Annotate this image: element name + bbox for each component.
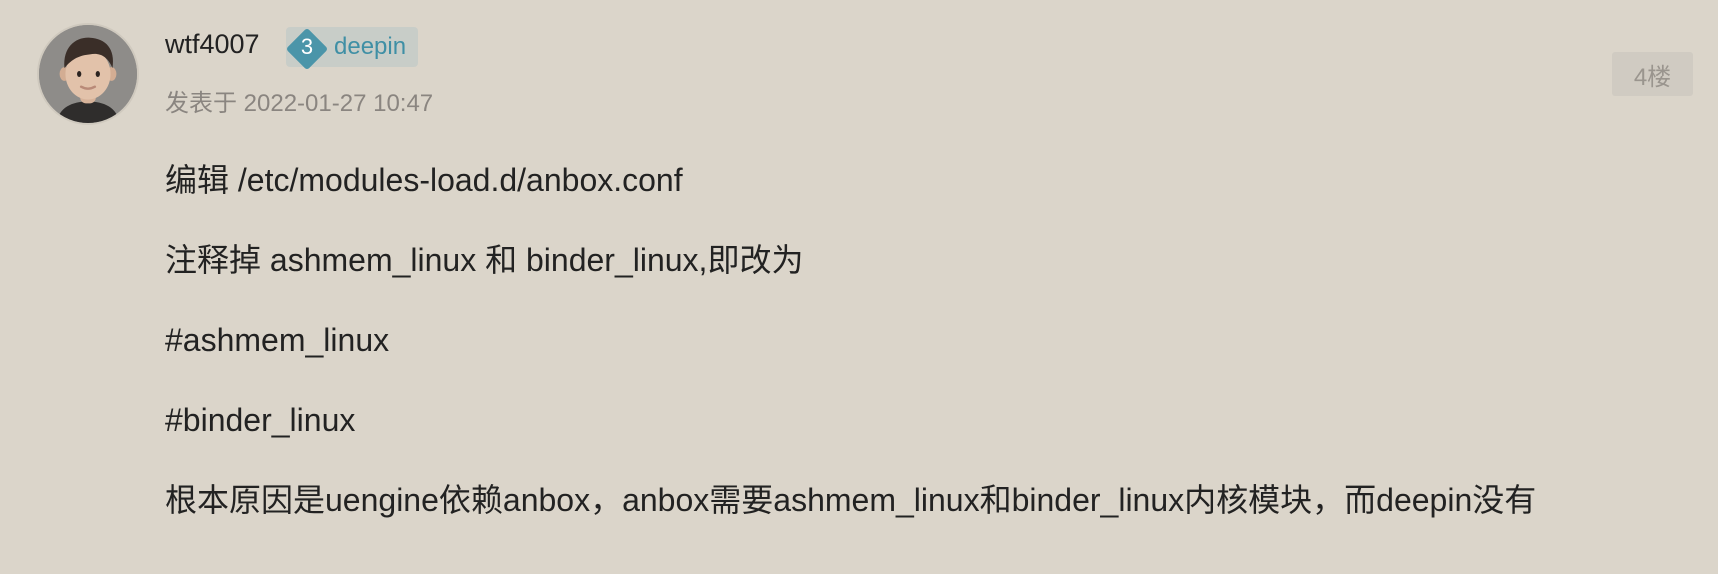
level-name: deepin (334, 33, 407, 60)
floor-number-badge[interactable]: 4楼 (1612, 52, 1693, 96)
level-number: 3 (300, 34, 314, 59)
post-paragraph: 根本原因是uengine依赖anbox，anbox需要ashmem_linux和… (165, 482, 1537, 518)
post-paragraph: #ashmem_linux (165, 322, 390, 358)
author-username[interactable]: wtf4007 (165, 26, 260, 62)
user-avatar-icon (39, 25, 137, 123)
post-timestamp: 发表于 2022-01-27 10:47 (165, 90, 434, 117)
level-diamond-icon: 3 (284, 26, 329, 71)
avatar[interactable] (37, 23, 139, 125)
post-paragraph: 编辑 /etc/modules-load.d/anbox.conf (165, 162, 683, 198)
post-paragraph: #binder_linux (165, 402, 356, 438)
level-badge[interactable]: 3 deepin (284, 26, 419, 71)
post-content: 编辑 /etc/modules-load.d/anbox.conf 注释掉 as… (165, 156, 1665, 556)
post-paragraph: 注释掉 ashmem_linux 和 binder_linux,即改为 (165, 242, 804, 278)
